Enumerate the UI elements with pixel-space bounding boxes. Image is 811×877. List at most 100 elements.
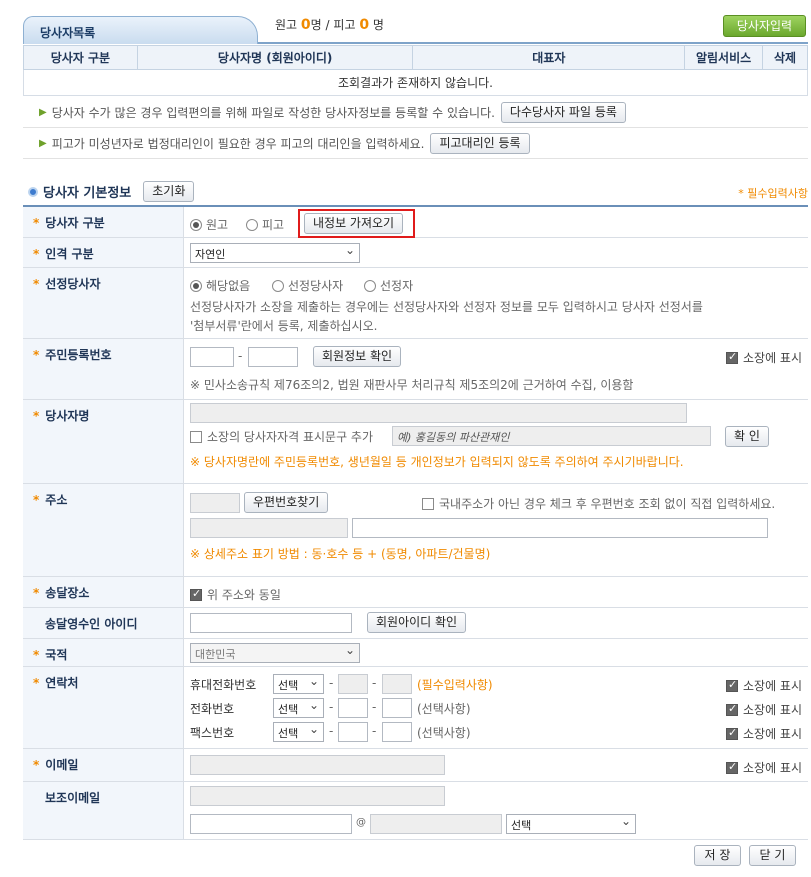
defendant-agent-button[interactable]: 피고대리인 등록 <box>430 133 530 154</box>
multi-party-file-button[interactable]: 다수당사자 파일 등록 <box>500 102 626 123</box>
zipcode-input[interactable] <box>190 493 240 513</box>
section-title-text: 당사자 기본정보 <box>43 186 132 201</box>
row-selected-party: * 선정당사자 해당없음 선정당사자 선정자 선정당사자가 소장을 제출하는 경우… <box>23 268 808 339</box>
empty-result-message: 조회결과가 존재하지 않습니다. <box>23 69 808 96</box>
mobile-mid-input[interactable] <box>338 674 368 694</box>
row-rrn: *주민등록번호 - 회원정보 확인 소장에 표시 ※ 민사소송규칙 제76조의2… <box>23 339 808 400</box>
confirm-button[interactable]: 확 인 <box>725 426 769 447</box>
column-header: 당사자 구분 <box>23 45 138 70</box>
mobile-note: (필수입력사항) <box>417 678 493 692</box>
sub-email-preview <box>190 786 445 806</box>
bullet-icon <box>28 186 38 197</box>
party-list-table: 당사자 구분 당사자명 (회원아이디) 대표자 알림서비스 삭제 조회결과가 존… <box>23 45 808 96</box>
fetch-my-info-button[interactable]: 내정보 가져오기 <box>304 213 404 234</box>
mobile-prefix-select[interactable]: 선택 <box>273 674 324 694</box>
label-party-type: * 당사자 구분 <box>23 207 184 237</box>
radio-none[interactable]: 해당없음 <box>190 277 250 294</box>
plaintiff-count: 0 <box>300 17 311 33</box>
radio-defendant[interactable]: 피고 <box>246 216 284 233</box>
label-address: * 주소 <box>23 484 184 576</box>
column-header: 삭제 <box>762 45 808 70</box>
sub-email-domain-select[interactable]: 선택 <box>506 814 636 834</box>
party-form: *당사자 구분 원고 피고 내정보 가져오기 *인격 구분 자연인 *선정당사자… <box>23 205 808 840</box>
radio-plaintiff[interactable]: 원고 <box>190 216 228 233</box>
row-recipient-id: 송달영수인 아이디 회원아이디 확인 <box>23 608 808 639</box>
checkbox-icon <box>190 587 202 601</box>
checkbox-icon <box>422 498 434 510</box>
close-button[interactable]: 닫 기 <box>749 845 796 866</box>
checkbox-icon <box>725 678 738 692</box>
dash: - <box>329 700 334 714</box>
radio-icon <box>190 280 202 292</box>
checkbox-icon <box>725 726 738 740</box>
row-contact: *연락처 휴대전화번호 선택 - - (필수입력사항) 소장에 표시 전화번호 … <box>23 667 808 749</box>
section-title: 당사자 기본정보 초기화 <box>28 181 195 202</box>
label-rrn: * 주민등록번호 <box>23 339 184 399</box>
tab-party-list[interactable]: 당사자목록 <box>23 16 258 44</box>
row-person-type: * 인격 구분 자연인 <box>23 238 808 268</box>
rrn-front-input[interactable] <box>190 347 234 367</box>
row-party-name: * 당사자명 소장의 당사자자격 표시문구 추가 예) 홍길동의 파산관재인 확 … <box>23 400 808 484</box>
dash: - <box>372 676 377 690</box>
fax-prefix-select[interactable]: 선택 <box>273 722 324 742</box>
foreign-address-checkbox[interactable]: 국내주소가 아닌 경우 체크 후 우편번호 조회 없이 직접 입력하세요. <box>422 495 775 512</box>
row-email: *이메일 소장에 표시 <box>23 749 808 782</box>
phone-label: 전화번호 <box>190 702 235 716</box>
mobile-label: 휴대전화번호 <box>190 678 257 692</box>
arrow-icon: ▶ <box>39 107 47 118</box>
print-mobile-checkbox[interactable]: 소장에 표시 <box>725 677 802 694</box>
phone-last-input[interactable] <box>382 698 412 718</box>
member-check-button[interactable]: 회원정보 확인 <box>313 346 402 367</box>
dash: - <box>238 349 243 363</box>
print-phone-checkbox[interactable]: 소장에 표시 <box>725 701 802 718</box>
same-address-checkbox[interactable]: 위 주소와 동일 <box>190 586 281 603</box>
notice-multi-party: ▶ 당사자 수가 많은 경우 입력편의를 위해 파일로 작성한 당사자정보를 등… <box>23 98 808 128</box>
label-nationality: * 국적 <box>23 639 184 666</box>
party-qualifier-checkbox[interactable]: 소장의 당사자자격 표시문구 추가 <box>190 428 373 445</box>
reset-button[interactable]: 초기화 <box>143 181 195 202</box>
label-recipient-id: 송달영수인 아이디 <box>23 608 184 638</box>
print-on-complaint-checkbox[interactable]: 소장에 표시 <box>725 349 802 366</box>
mobile-last-input[interactable] <box>382 674 412 694</box>
dash: - <box>372 700 377 714</box>
party-name-input[interactable] <box>190 403 687 423</box>
defendant-count-unit: 명 <box>372 18 384 32</box>
radio-icon <box>190 219 202 231</box>
dash: - <box>329 676 334 690</box>
recipient-id-input[interactable] <box>190 613 352 633</box>
member-id-check-button[interactable]: 회원아이디 확인 <box>367 612 467 633</box>
notice-text: 피고가 미성년자로 법정대리인이 필요한 경우 피고의 대리인을 입력하세요. <box>51 137 425 151</box>
print-fax-checkbox[interactable]: 소장에 표시 <box>725 725 802 742</box>
radio-selected-party[interactable]: 선정당사자 <box>272 277 343 294</box>
print-email-checkbox[interactable]: 소장에 표시 <box>725 759 802 776</box>
radio-icon <box>364 280 376 292</box>
required-note: * 필수입력사항 <box>738 187 808 200</box>
row-sub-email: 보조이메일 @ 선택 <box>23 782 808 840</box>
sub-email-id-input[interactable] <box>190 814 352 834</box>
save-button[interactable]: 저 장 <box>694 845 741 866</box>
nationality-select[interactable]: 대한민국 <box>190 643 360 663</box>
zipcode-search-button[interactable]: 우편번호찾기 <box>244 492 329 513</box>
party-counts: 원고 0명 / 피고 0 명 <box>275 16 384 33</box>
phone-mid-input[interactable] <box>338 698 368 718</box>
person-type-select[interactable]: 자연인 <box>190 243 360 263</box>
fax-mid-input[interactable] <box>338 722 368 742</box>
label-selected-party: * 선정당사자 <box>23 268 184 338</box>
phone-prefix-select[interactable]: 선택 <box>273 698 324 718</box>
add-party-button[interactable]: 당사자입력 <box>723 15 806 37</box>
email-input[interactable] <box>190 755 445 775</box>
party-qualifier-input[interactable]: 예) 홍길동의 파산관재인 <box>392 426 711 446</box>
checkbox-icon <box>725 350 738 364</box>
radio-selector[interactable]: 선정자 <box>364 277 413 294</box>
sub-email-domain-input[interactable] <box>370 814 502 834</box>
address-detail-input[interactable] <box>352 518 768 538</box>
column-header: 대표자 <box>412 45 686 70</box>
row-party-type: * 당사자 구분 원고 피고 내정보 가져오기 <box>23 207 808 238</box>
address-input[interactable] <box>190 518 348 538</box>
party-name-warning: ※ 당사자명란에 주민등록번호, 생년월일 등 개인정보가 입력되지 않도록 주… <box>190 455 684 469</box>
party-list-tabbar: 당사자목록 <box>23 14 808 44</box>
rrn-back-input[interactable] <box>248 347 298 367</box>
notice-defendant-agent: ▶ 피고가 미성년자로 법정대리인이 필요한 경우 피고의 대리인을 입력하세요… <box>23 129 808 159</box>
fax-note: (선택사항) <box>417 726 471 740</box>
fax-last-input[interactable] <box>382 722 412 742</box>
